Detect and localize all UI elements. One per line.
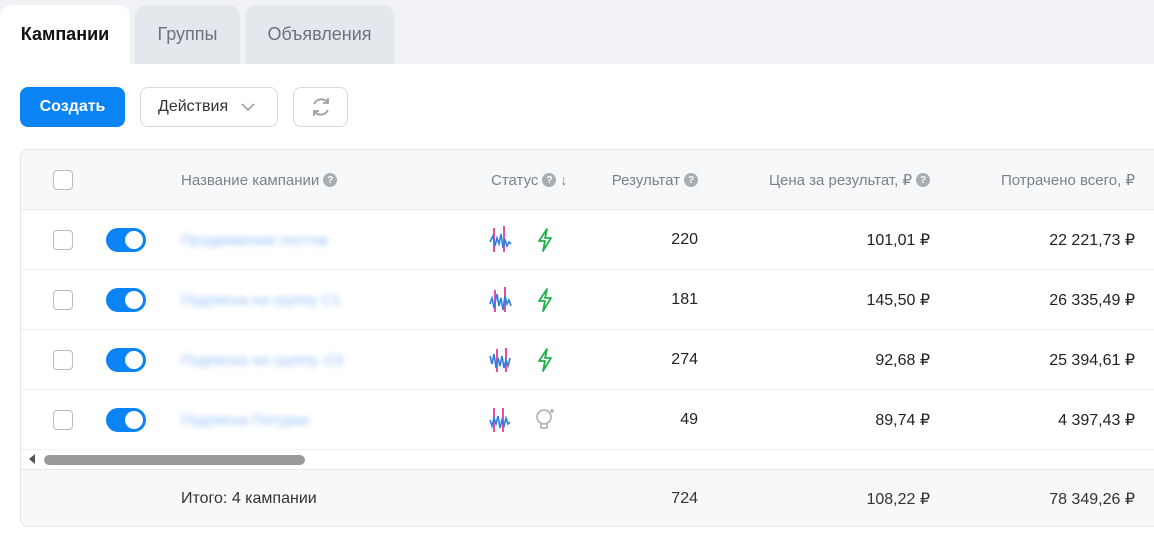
lightbulb-icon xyxy=(536,409,554,429)
stats-sparkline-icon[interactable] xyxy=(488,284,512,316)
actions-dropdown-label: Действия xyxy=(158,98,229,115)
lightning-icon xyxy=(538,228,552,252)
sort-down-icon: ↓ xyxy=(560,172,568,188)
result-cell: 181 xyxy=(671,291,698,308)
lightning-icon xyxy=(538,288,552,312)
campaign-toggle[interactable] xyxy=(106,348,146,372)
toggle-knob xyxy=(125,291,143,309)
campaign-toggle[interactable] xyxy=(106,288,146,312)
refresh-icon xyxy=(312,98,329,116)
help-icon[interactable]: ? xyxy=(684,173,698,187)
price-cell: 89,74 ₽ xyxy=(875,412,930,429)
total-result: 724 xyxy=(671,490,698,507)
scrollbar-thumb[interactable] xyxy=(44,455,305,465)
result-cell: 220 xyxy=(671,231,698,248)
row-checkbox[interactable] xyxy=(53,410,73,430)
campaign-name-link[interactable]: Продвижение постов xyxy=(181,210,328,270)
table-footer: Итого: 4 кампании 724 108,22 ₽ 78 349,26… xyxy=(21,470,1154,526)
actions-dropdown[interactable]: Действия xyxy=(140,87,278,127)
table-header: Название кампании ? Статус ? ↓ Результат… xyxy=(21,150,1154,210)
tabs-bar: Кампании Группы Объявления xyxy=(0,0,1154,64)
header-name[interactable]: Название кампании ? xyxy=(181,150,338,210)
tab-groups[interactable]: Группы xyxy=(135,5,240,64)
lightning-icon xyxy=(538,348,552,372)
help-icon[interactable]: ? xyxy=(323,173,338,187)
table-row[interactable]: Подписка Потурки 49 89,74 ₽ 4 397,43 ₽ xyxy=(21,390,1154,450)
table-row[interactable]: Подписка на группу. С6 274 92,68 ₽ 25 39… xyxy=(21,330,1154,390)
campaign-name-link[interactable]: Подписка Потурки xyxy=(181,390,308,450)
horizontal-scrollbar[interactable] xyxy=(21,450,1154,470)
stats-sparkline-icon[interactable] xyxy=(488,344,512,376)
header-price[interactable]: Цена за результат, ₽ ? xyxy=(721,150,930,210)
total-price: 108,22 ₽ xyxy=(866,491,930,508)
header-spent[interactable]: Потрачено всего, ₽ xyxy=(951,150,1135,210)
table-row[interactable]: Продвижение постов 220 101,01 ₽ 22 221,7… xyxy=(21,210,1154,270)
row-checkbox[interactable] xyxy=(53,350,73,370)
select-all-checkbox[interactable] xyxy=(53,170,73,190)
tab-ads[interactable]: Объявления xyxy=(245,5,394,64)
header-status-label: Статус xyxy=(491,171,539,189)
result-cell: 49 xyxy=(680,411,698,428)
campaigns-table: Название кампании ? Статус ? ↓ Результат… xyxy=(20,149,1154,527)
spent-cell: 22 221,73 ₽ xyxy=(1049,232,1135,249)
table-row[interactable]: Подписка на группу С1 181 145,50 ₽ 26 33… xyxy=(21,270,1154,330)
toggle-knob xyxy=(125,351,143,369)
help-icon[interactable]: ? xyxy=(542,173,557,187)
chevron-down-icon xyxy=(241,103,255,112)
header-spent-label: Потрачено всего, ₽ xyxy=(1001,172,1135,189)
stats-sparkline-icon[interactable] xyxy=(488,404,512,436)
header-result[interactable]: Результат ? xyxy=(581,150,698,210)
refresh-button[interactable] xyxy=(293,87,348,127)
campaign-name-link[interactable]: Подписка на группу. С6 xyxy=(181,330,344,390)
scroll-left-arrow-icon[interactable] xyxy=(29,454,35,464)
campaign-toggle[interactable] xyxy=(106,408,146,432)
total-spent: 78 349,26 ₽ xyxy=(1049,491,1135,508)
spent-cell: 26 335,49 ₽ xyxy=(1049,292,1135,309)
toggle-knob xyxy=(125,411,143,429)
row-checkbox[interactable] xyxy=(53,230,73,250)
header-price-label: Цена за результат, ₽ xyxy=(768,172,912,189)
header-result-label: Результат xyxy=(611,171,680,189)
row-checkbox[interactable] xyxy=(53,290,73,310)
price-cell: 101,01 ₽ xyxy=(866,232,930,249)
spent-cell: 25 394,61 ₽ xyxy=(1049,352,1135,369)
spent-cell: 4 397,43 ₽ xyxy=(1058,412,1135,429)
result-cell: 274 xyxy=(671,351,698,368)
campaign-name-link[interactable]: Подписка на группу С1 xyxy=(181,270,341,330)
header-status[interactable]: Статус ? ↓ xyxy=(491,150,567,210)
price-cell: 145,50 ₽ xyxy=(866,292,930,309)
tab-campaigns[interactable]: Кампании xyxy=(0,5,130,64)
total-label: Итого: 4 кампании xyxy=(181,490,317,507)
help-icon[interactable]: ? xyxy=(916,173,930,187)
campaign-toggle[interactable] xyxy=(106,228,146,252)
create-button[interactable]: Создать xyxy=(20,87,125,127)
header-name-label: Название кампании xyxy=(181,171,320,189)
price-cell: 92,68 ₽ xyxy=(875,352,930,369)
toggle-knob xyxy=(125,231,143,249)
stats-sparkline-icon[interactable] xyxy=(488,224,512,256)
